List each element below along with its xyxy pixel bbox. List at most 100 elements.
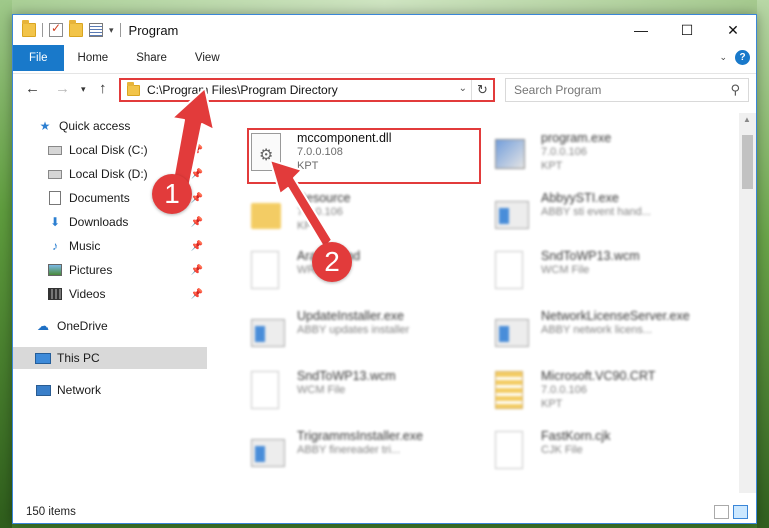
- network-icon: [35, 384, 51, 396]
- file-name: Resource: [297, 191, 351, 205]
- title-bar: ▾ Program — ☐ ✕: [13, 15, 756, 45]
- sidebar-item-label: This PC: [57, 351, 100, 365]
- videos-icon: [48, 288, 62, 300]
- program-icon: [495, 139, 525, 169]
- pin-icon[interactable]: 📌: [191, 193, 203, 204]
- separator: [119, 23, 121, 37]
- dll-file-icon: [251, 133, 281, 171]
- file-item-arabic[interactable]: Arabic.amd WRD File: [251, 249, 491, 301]
- file-name: AbbyySTI.exe: [541, 191, 619, 205]
- file-item-program[interactable]: program.exe 7.0.0.106 KPT: [495, 131, 735, 183]
- sidebar-item-onedrive[interactable]: ☁ OneDrive: [13, 315, 207, 337]
- sidebar-item-this-pc[interactable]: This PC: [13, 347, 207, 369]
- status-bar: 150 items: [13, 501, 756, 523]
- up-arrow-icon[interactable]: ↑: [99, 80, 107, 97]
- sidebar-item-videos[interactable]: Videos 📌: [13, 283, 207, 305]
- exe-icon: [495, 201, 529, 229]
- search-box[interactable]: ⚲: [505, 78, 749, 102]
- help-icon[interactable]: ?: [735, 50, 750, 65]
- sidebar-item-label: Quick access: [59, 119, 131, 133]
- customize-icon[interactable]: [89, 23, 103, 37]
- file-description: ABBY updates installer: [297, 324, 410, 336]
- sidebar-item-pictures[interactable]: Pictures 📌: [13, 259, 207, 281]
- file-item-fastkorn[interactable]: FastKorn.cjk CJK File: [495, 429, 735, 481]
- pin-icon[interactable]: 📌: [191, 289, 203, 300]
- file-item-trigrammsinstaller[interactable]: TrigrammsInstaller.exe ABBY finereader t…: [251, 429, 491, 481]
- sidebar-item-local-disk-c[interactable]: Local Disk (C:) 📌: [13, 139, 207, 161]
- file-version: 7.0.0.108: [297, 146, 343, 158]
- file-name: TrigrammsInstaller.exe: [297, 429, 423, 443]
- star-icon: ★: [39, 119, 51, 133]
- file-name: FastKorn.cjk: [541, 429, 611, 443]
- file-description: ABBY network licens...: [541, 324, 653, 336]
- details-view-icon[interactable]: [714, 505, 729, 519]
- vertical-scrollbar[interactable]: ▲: [739, 113, 756, 493]
- tiles-view-icon[interactable]: [733, 505, 748, 519]
- scrollbar-thumb[interactable]: [742, 135, 753, 189]
- zip-folder-icon: [495, 371, 523, 409]
- pin-icon[interactable]: 📌: [191, 265, 203, 276]
- maximize-button[interactable]: ☐: [664, 15, 710, 45]
- pin-icon[interactable]: 📌: [191, 145, 203, 156]
- sidebar-item-network[interactable]: Network: [13, 379, 207, 401]
- file-type: WCM File: [541, 264, 590, 276]
- properties-check-icon[interactable]: [49, 21, 63, 37]
- file-item-updateinstaller[interactable]: UpdateInstaller.exe ABBY updates install…: [251, 309, 491, 361]
- folder-icon: [22, 20, 36, 37]
- file-item-abbyysti[interactable]: AbbyySTI.exe ABBY sti event hand...: [495, 191, 735, 243]
- close-button[interactable]: ✕: [710, 15, 756, 45]
- sidebar-item-label: Pictures: [69, 263, 113, 277]
- file-item-networklicenseserver[interactable]: NetworkLicenseServer.exe ABBY network li…: [495, 309, 735, 361]
- exe-icon: [251, 319, 285, 347]
- tab-home[interactable]: Home: [64, 45, 123, 71]
- window-title: Program: [128, 22, 179, 38]
- file-name: SndToWP13.wcm: [541, 249, 640, 263]
- sidebar-item-downloads[interactable]: ⬇ Downloads 📌: [13, 211, 207, 233]
- file-name: NetworkLicenseServer.exe: [541, 309, 690, 323]
- file-item-mccomponent[interactable]: mccomponent.dll 7.0.0.108 KPT: [251, 131, 491, 183]
- address-dropdown-icon[interactable]: ⌄: [459, 83, 467, 94]
- tab-share[interactable]: Share: [122, 45, 181, 71]
- file-item-resource[interactable]: Resource 7.0.0.106 KPT: [251, 191, 491, 243]
- sidebar-item-quick-access[interactable]: ★ Quick access: [13, 115, 207, 137]
- pin-icon[interactable]: 📌: [191, 241, 203, 252]
- file-name: program.exe: [541, 131, 612, 145]
- recent-locations-icon[interactable]: ▾: [81, 84, 86, 95]
- back-arrow-icon[interactable]: ←: [25, 80, 40, 97]
- folder-icon: [127, 81, 140, 96]
- sidebar-item-music[interactable]: ♪ Music 📌: [13, 235, 207, 257]
- file-company: KPT: [297, 220, 319, 232]
- expand-ribbon-icon[interactable]: ⌄: [719, 52, 727, 63]
- sidebar-item-label: Documents: [69, 191, 130, 205]
- file-name: SndToWP13.wcm: [297, 369, 396, 383]
- drive-icon: [48, 145, 62, 155]
- search-input[interactable]: [514, 83, 714, 97]
- file-name: UpdateInstaller.exe: [297, 309, 405, 323]
- toolbar-dropdown-icon[interactable]: ▾: [109, 25, 114, 36]
- tab-view[interactable]: View: [181, 45, 234, 71]
- forward-arrow-icon[interactable]: →: [55, 80, 70, 97]
- ribbon-right: ⌄ ?: [719, 50, 750, 65]
- file-item-microsoft-vc90[interactable]: Microsoft.VC90.CRT 7.0.0.106 KPT: [495, 369, 735, 421]
- file-type: CJK File: [541, 444, 583, 456]
- pin-icon[interactable]: 📌: [191, 169, 203, 180]
- refresh-icon[interactable]: ↻: [471, 80, 493, 100]
- minimize-button[interactable]: —: [618, 15, 664, 45]
- explorer-window: ▾ Program — ☐ ✕ File Home Share View ⌄ ?…: [12, 14, 757, 524]
- music-icon: ♪: [52, 239, 58, 253]
- new-folder-icon[interactable]: [69, 20, 83, 37]
- callout-badge-2: 2: [312, 242, 352, 282]
- search-icon[interactable]: ⚲: [730, 82, 740, 98]
- address-bar[interactable]: C:\Program Files\Program Directory ⌄ ↻: [119, 78, 495, 102]
- scroll-up-icon[interactable]: ▲: [743, 115, 751, 124]
- tab-file[interactable]: File: [13, 45, 64, 71]
- file-item-sndtowp13[interactable]: SndToWP13.wcm WCM File: [495, 249, 735, 301]
- item-count: 150 items: [26, 506, 76, 518]
- window-controls: — ☐ ✕: [618, 15, 756, 45]
- file-item-sndtowp13-2[interactable]: SndToWP13.wcm WCM File: [251, 369, 491, 421]
- document-icon: [495, 251, 523, 289]
- pin-icon[interactable]: 📌: [191, 217, 203, 228]
- document-icon: [251, 371, 279, 409]
- sidebar-item-label: OneDrive: [57, 319, 108, 333]
- document-icon: [251, 251, 279, 289]
